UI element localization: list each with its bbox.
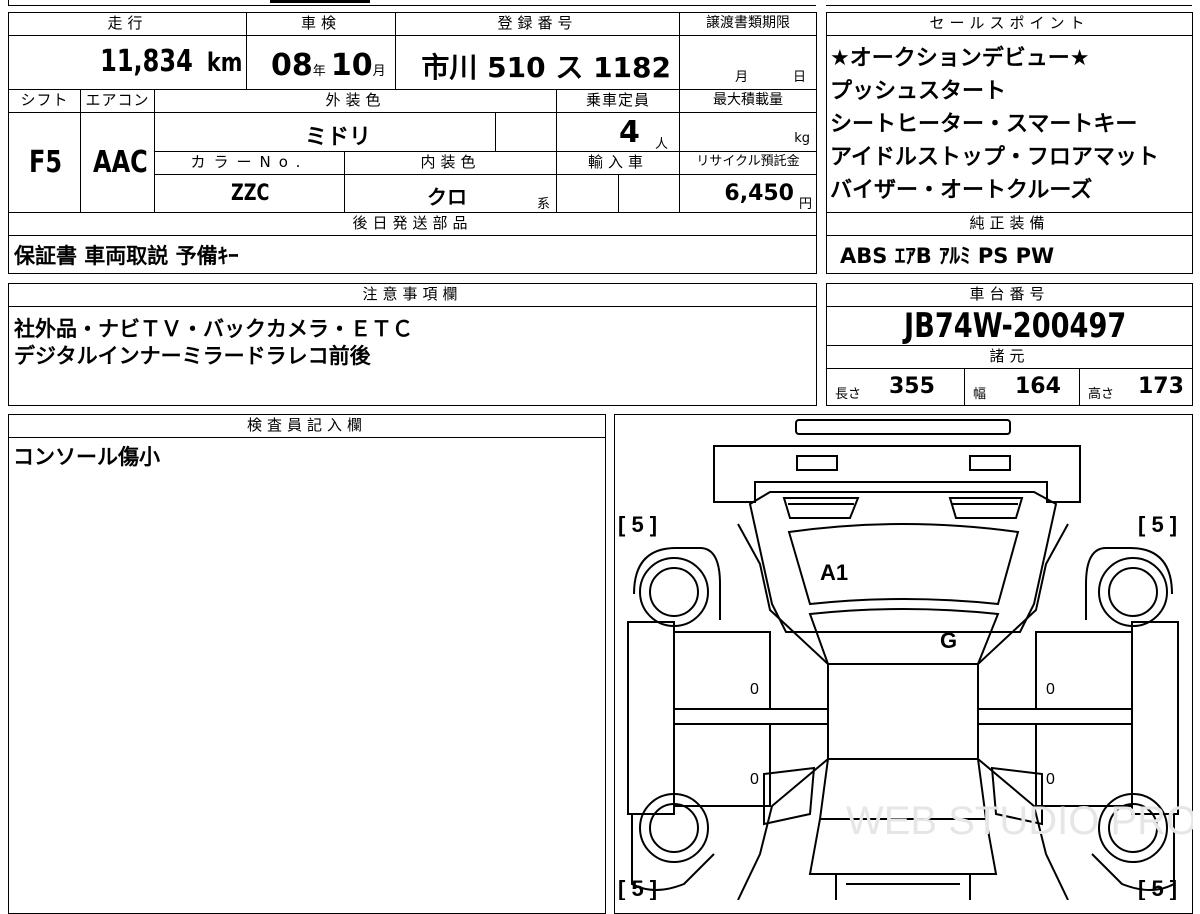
recycle-value: 6,450 [724, 181, 794, 206]
capacity-value: 4 [619, 115, 640, 150]
genuine-equipment-header: 純正装備 [826, 212, 1193, 236]
notes-line-1: 社外品・ナビＴＶ・バックカメラ・ＥＴＣ [14, 317, 413, 341]
spec-width-cell: 幅 164 [964, 368, 1080, 406]
mileage-header: 走行 [8, 12, 247, 36]
car-diagram: [ 5 ] [ 5 ] [ 5 ] [ 5 ] A1 G 0 0 0 0 WEB… [618, 419, 1193, 900]
damage-mark-windshield: A1 [820, 560, 848, 585]
registration-cell: 市川 510 ス 1182 [395, 35, 680, 90]
door-mark-front-left: 0 [750, 681, 759, 698]
watermark: WEB STUDIO PRO [846, 799, 1193, 843]
sales-points-header: セールスポイント [826, 12, 1193, 36]
capacity-cell: 4 人 [556, 112, 680, 152]
notes-line-2: デジタルインナーミラードラレコ前後 [14, 344, 371, 368]
import-cell-1 [556, 174, 619, 213]
later-parts-value: 保証書 車両取説 予備ｷｰ [14, 244, 239, 268]
inspector-header: 検査員記入欄 [8, 414, 606, 438]
registration-value: 市川 510 ス 1182 [421, 51, 671, 84]
notes-header: 注意事項欄 [8, 283, 817, 307]
tire-tread-front-left: [ 5 ] [618, 512, 657, 537]
spec-length: 355 [889, 374, 935, 399]
max-load-cell: kg [679, 112, 817, 152]
specs-header: 諸元 [826, 345, 1193, 369]
exterior-color-cell: ミドリ [154, 112, 496, 152]
inspection-header: 車検 [246, 12, 396, 36]
chassis-value: JB74W-200497 [904, 306, 1127, 346]
shift-cell: F5 [8, 112, 81, 213]
spec-width: 164 [1015, 374, 1061, 399]
later-parts-header: 後日発送部品 [8, 212, 817, 236]
door-mark-rear-left: 0 [750, 771, 759, 788]
recycle-cell: 6,450 円 [679, 174, 817, 213]
aircon-cell: AAC [80, 112, 155, 213]
shift-header: シフト [8, 89, 81, 113]
color-no-header: カラーNo. [154, 151, 345, 175]
color-no-cell: ZZC [154, 174, 345, 213]
mileage-value: 11,834 [99, 44, 193, 79]
exterior-color-value: ミドリ [305, 125, 372, 150]
sales-point-4: アイドルストップ・フロアマット [830, 145, 1159, 170]
aircon-value: AAC [93, 145, 148, 180]
mileage-unit: km [206, 48, 242, 78]
shift-value: F5 [29, 145, 63, 180]
max-load-header: 最大積載量 [679, 89, 817, 113]
tire-tread-rear-left: [ 5 ] [618, 876, 657, 900]
spec-height-cell: 高さ 173 [1079, 368, 1193, 406]
chassis-header: 車台番号 [826, 283, 1193, 307]
spec-height: 173 [1138, 374, 1184, 399]
capacity-header: 乗車定員 [556, 89, 680, 113]
exterior-color-header: 外装色 [154, 89, 557, 113]
top-cut-strip [0, 0, 1200, 6]
tire-tread-rear-right: [ 5 ] [1138, 876, 1177, 900]
inspection-year: 08 [271, 48, 313, 83]
interior-color-cell: クロ 系 [344, 174, 557, 213]
aircon-header: エアコン [80, 89, 155, 113]
genuine-equipment-value: ABS ｴｱB ｱﾙﾐ PS PW [840, 244, 1055, 268]
door-mark-front-right: 0 [1046, 681, 1055, 698]
inspection-month: 10 [330, 48, 373, 83]
inspector-box [8, 414, 606, 914]
exterior-color-extra-cell [495, 112, 557, 152]
import-header: 輸入車 [556, 151, 680, 175]
interior-color-value: クロ [427, 185, 467, 209]
sales-point-1: ★オークションデビュー★ [830, 46, 1090, 71]
damage-mark-roof: G [940, 628, 957, 653]
recycle-header: リサイクル預託金 [679, 151, 817, 175]
registration-header: 登録番号 [395, 12, 680, 36]
interior-color-header: 内装色 [344, 151, 557, 175]
inspector-note: コンソール傷小 [13, 445, 160, 469]
sales-points-list: ★オークションデビュー★ プッシュスタート シートヒーター・スマートキー アイド… [826, 42, 1193, 212]
spec-length-cell: 長さ 355 [826, 368, 965, 406]
sales-point-5: バイザー・オートクルーズ [830, 178, 1093, 203]
transfer-deadline-cell: 月 日 [679, 35, 817, 90]
sales-point-2: プッシュスタート [830, 79, 1007, 104]
door-mark-rear-right: 0 [1046, 771, 1055, 788]
import-cell-2 [618, 174, 680, 213]
mileage-cell: 11,834 km [8, 35, 247, 90]
transfer-deadline-header: 譲渡書類期限 [679, 12, 817, 36]
color-no-value: ZZC [231, 181, 270, 206]
inspection-cell: 08年 10月 [246, 35, 396, 90]
sales-point-3: シートヒーター・スマートキー [830, 112, 1138, 137]
tire-tread-front-right: [ 5 ] [1138, 512, 1177, 537]
